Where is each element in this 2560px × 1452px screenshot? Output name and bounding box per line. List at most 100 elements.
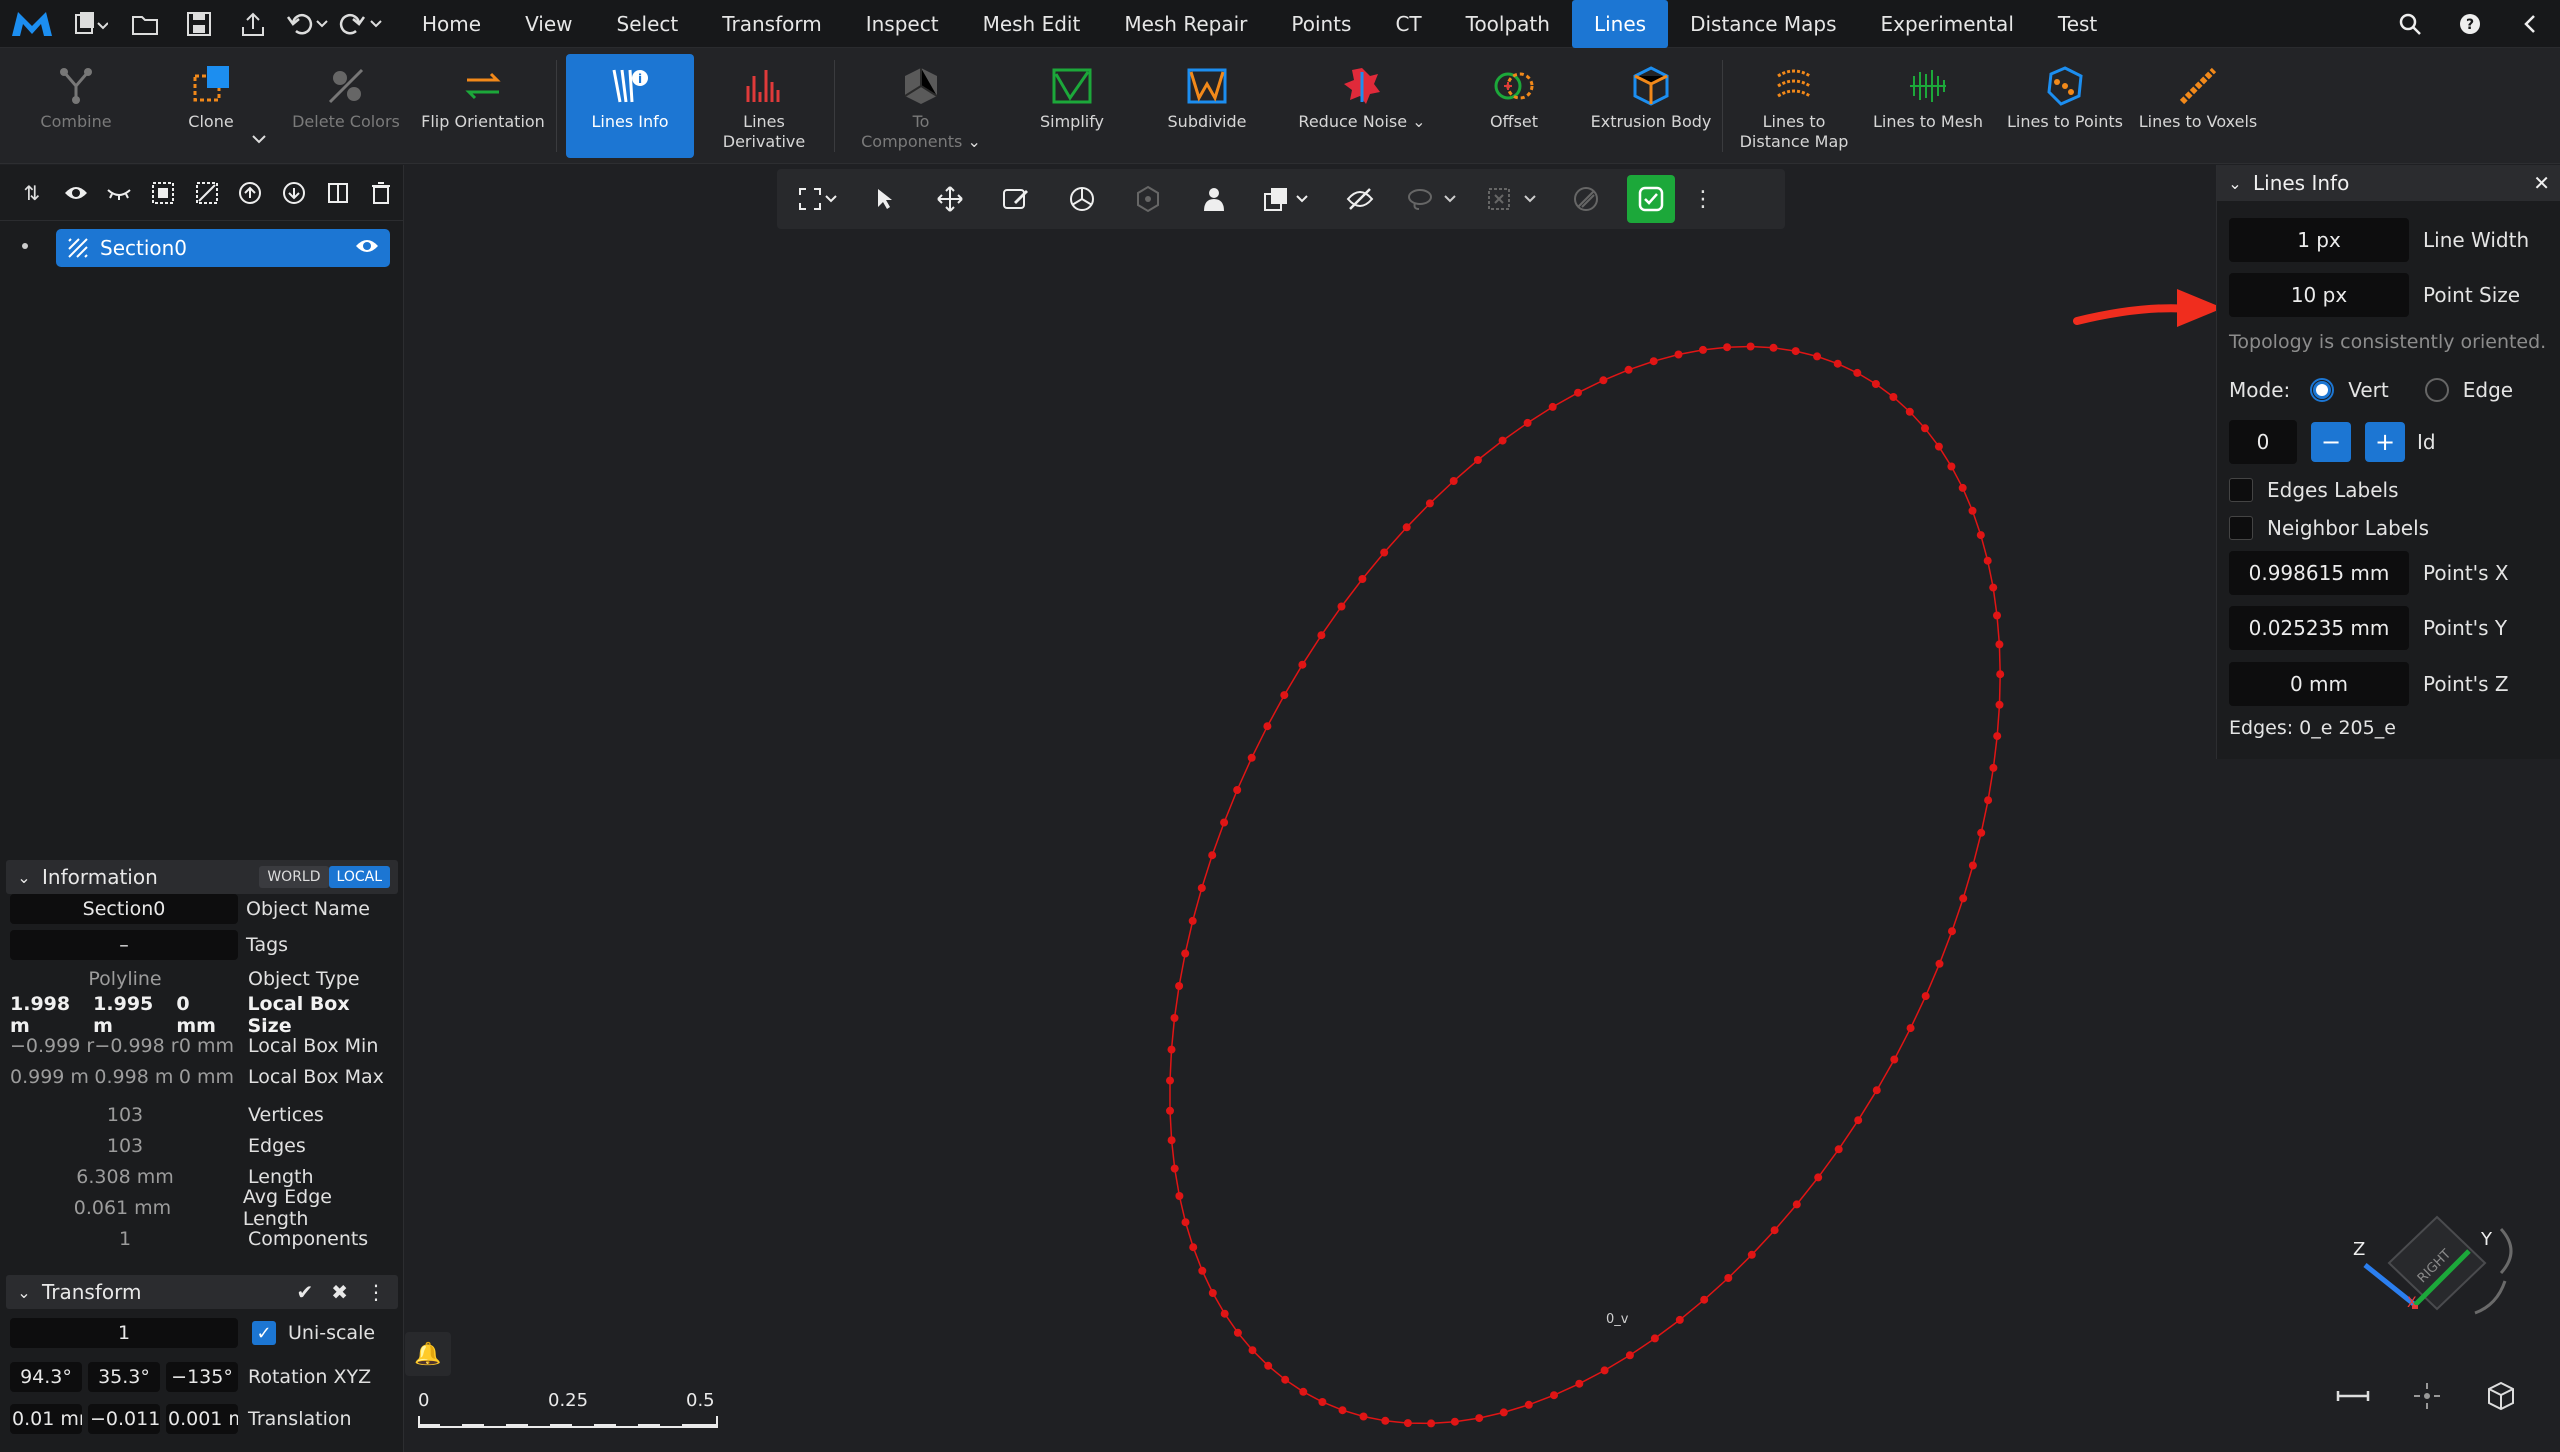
polyline-vertex[interactable] <box>1338 1406 1347 1415</box>
polyline-vertex[interactable] <box>1625 1351 1634 1360</box>
extrusion-body-button[interactable]: Extrusion Body <box>1584 54 1718 158</box>
more-options-icon[interactable]: ⋮ <box>1683 174 1723 224</box>
polyline-vertex[interactable] <box>1958 483 1967 492</box>
lines-to-mesh-button[interactable]: Lines to Mesh <box>1866 54 1990 158</box>
polyline-vertex[interactable] <box>1450 1417 1459 1426</box>
tab-inspect[interactable]: Inspect <box>844 0 961 48</box>
polyline-vertex[interactable] <box>1166 1076 1174 1085</box>
polyline-vertex[interactable] <box>1649 357 1658 366</box>
polyline-vertex[interactable] <box>1181 1218 1190 1227</box>
polyline-vertex[interactable] <box>1208 851 1217 860</box>
polyline-vertex[interactable] <box>1600 1366 1609 1375</box>
reset-camera-icon[interactable] <box>2390 1376 2464 1416</box>
polyline-vertex[interactable] <box>1996 670 2005 679</box>
polyline-vertex[interactable] <box>1264 1361 1273 1370</box>
polyline-vertex[interactable] <box>1167 1136 1176 1145</box>
paint-select-icon[interactable] <box>983 174 1049 224</box>
polyline-vertex[interactable] <box>1934 442 1943 451</box>
reset-x-icon[interactable]: ✖ <box>331 1280 348 1304</box>
polyline-vertex[interactable] <box>1833 359 1842 368</box>
app-logo[interactable] <box>0 0 64 48</box>
polyline-vertex[interactable] <box>1574 388 1582 397</box>
lines-derivative-button[interactable]: Lines Derivative <box>706 54 822 158</box>
reduce-noise-button[interactable]: Reduce Noise ⌄ <box>1282 54 1442 158</box>
tab-mesh-edit[interactable]: Mesh Edit <box>961 0 1103 48</box>
undo-icon[interactable] <box>280 0 334 48</box>
polyline-vertex[interactable] <box>1189 1243 1198 1252</box>
polyline-vertex[interactable] <box>1624 365 1633 374</box>
polyline-vertex[interactable] <box>1449 477 1458 485</box>
scale-input[interactable]: 1 <box>10 1318 238 1348</box>
redo-icon[interactable] <box>334 0 388 48</box>
polyline-vertex[interactable] <box>1959 894 1968 903</box>
lines-to-voxels-button[interactable]: Lines to Voxels <box>2136 54 2260 158</box>
polyline-vertex[interactable] <box>1181 949 1190 958</box>
hide-all-icon[interactable] <box>97 173 141 213</box>
edges-labels-checkbox[interactable] <box>2229 478 2253 502</box>
polyline-vertex[interactable] <box>1993 732 2002 741</box>
scene-tree-item-section0[interactable]: Section0 <box>56 229 390 267</box>
tab-ct[interactable]: CT <box>1373 0 1443 48</box>
polyline-vertex[interactable] <box>1475 1414 1484 1423</box>
id-decrement-button[interactable]: − <box>2311 422 2351 462</box>
tags-input[interactable]: – <box>10 930 238 960</box>
polyline-vertex[interactable] <box>1983 556 1992 565</box>
search-icon[interactable] <box>2380 0 2440 48</box>
translation-x-input[interactable]: 0.01 mm <box>10 1404 82 1434</box>
polyline-vertex[interactable] <box>1984 796 1993 805</box>
apply-check-icon[interactable]: ✔ <box>296 1280 313 1304</box>
polyline-vertex[interactable] <box>1921 424 1929 433</box>
hide-selected-icon[interactable] <box>1327 174 1393 224</box>
tab-select[interactable]: Select <box>595 0 701 48</box>
polyline-vertex[interactable] <box>1473 456 1482 464</box>
polyline-vertex[interactable] <box>1993 611 2001 620</box>
pivot-icon[interactable] <box>1115 174 1181 224</box>
tab-lines[interactable]: Lines <box>1571 0 1669 48</box>
tab-points[interactable]: Points <box>1269 0 1373 48</box>
polyline-vertex[interactable] <box>1699 345 1707 354</box>
polyline-vertex[interactable] <box>1770 1226 1779 1235</box>
polyline-vertex[interactable] <box>1402 523 1411 532</box>
translation-y-input[interactable]: −0.011 m <box>88 1404 160 1434</box>
view-mode-dropdown[interactable] <box>1247 174 1327 224</box>
polyline-vertex[interactable] <box>1198 1266 1207 1275</box>
lasso-dropdown[interactable] <box>1393 174 1473 224</box>
rotate-view-arrow-icon[interactable] <box>2474 1280 2507 1315</box>
polyline-vertex[interactable] <box>1989 763 1998 772</box>
point-y-input[interactable]: 0.025235 mm <box>2229 606 2409 650</box>
polyline-vertex[interactable] <box>1746 342 1755 351</box>
mode-vert-radio[interactable] <box>2310 378 2335 402</box>
polyline-vertex[interactable] <box>1834 1145 1843 1154</box>
polyline-vertex[interactable] <box>1674 350 1683 359</box>
new-document-icon[interactable] <box>64 0 118 48</box>
polyline-vertex[interactable] <box>1791 347 1800 356</box>
delete-colors-button[interactable]: Delete Colors <box>286 54 406 158</box>
more-options-icon[interactable]: ⋮ <box>366 1280 386 1304</box>
polyline-vertex[interactable] <box>1499 1408 1508 1417</box>
polyline-vertex[interactable] <box>1166 1106 1174 1115</box>
point-z-input[interactable]: 0 mm <box>2229 662 2409 706</box>
polyline-vertex[interactable] <box>1575 1379 1584 1388</box>
deselect-icon[interactable] <box>185 173 229 213</box>
collapse-chevron-icon[interactable] <box>2500 0 2560 48</box>
select-pointer-icon[interactable] <box>851 174 917 224</box>
polyline-vertex[interactable] <box>1548 402 1557 411</box>
polyline-vertex[interactable] <box>1747 1250 1756 1259</box>
delete-trash-icon[interactable] <box>359 173 403 213</box>
rotation-z-input[interactable]: −135° <box>166 1362 238 1392</box>
polyline-vertex[interactable] <box>1170 1164 1179 1173</box>
polyline-vertex[interactable] <box>1247 753 1256 762</box>
polyline-vertex[interactable] <box>1318 1398 1327 1406</box>
translation-z-input[interactable]: 0.001 mm <box>166 1404 238 1434</box>
polyline-vertex[interactable] <box>1358 575 1367 583</box>
polyline-vertex[interactable] <box>1359 1412 1368 1421</box>
polyline-vertex[interactable] <box>1220 1309 1229 1318</box>
orientation-gizmo[interactable]: RIGHT Z Y X <box>2305 1185 2525 1345</box>
simplify-button[interactable]: Simplify <box>1010 54 1134 158</box>
transform-section-header[interactable]: ⌄ Transform ✔ ✖ ⋮ <box>6 1275 398 1309</box>
polyline-vertex[interactable] <box>1233 1328 1242 1337</box>
polyline-vertex[interactable] <box>1298 660 1307 669</box>
save-icon[interactable] <box>172 0 226 48</box>
polyline-vertex[interactable] <box>1175 982 1184 990</box>
polyline-vertex[interactable] <box>1995 640 2004 649</box>
